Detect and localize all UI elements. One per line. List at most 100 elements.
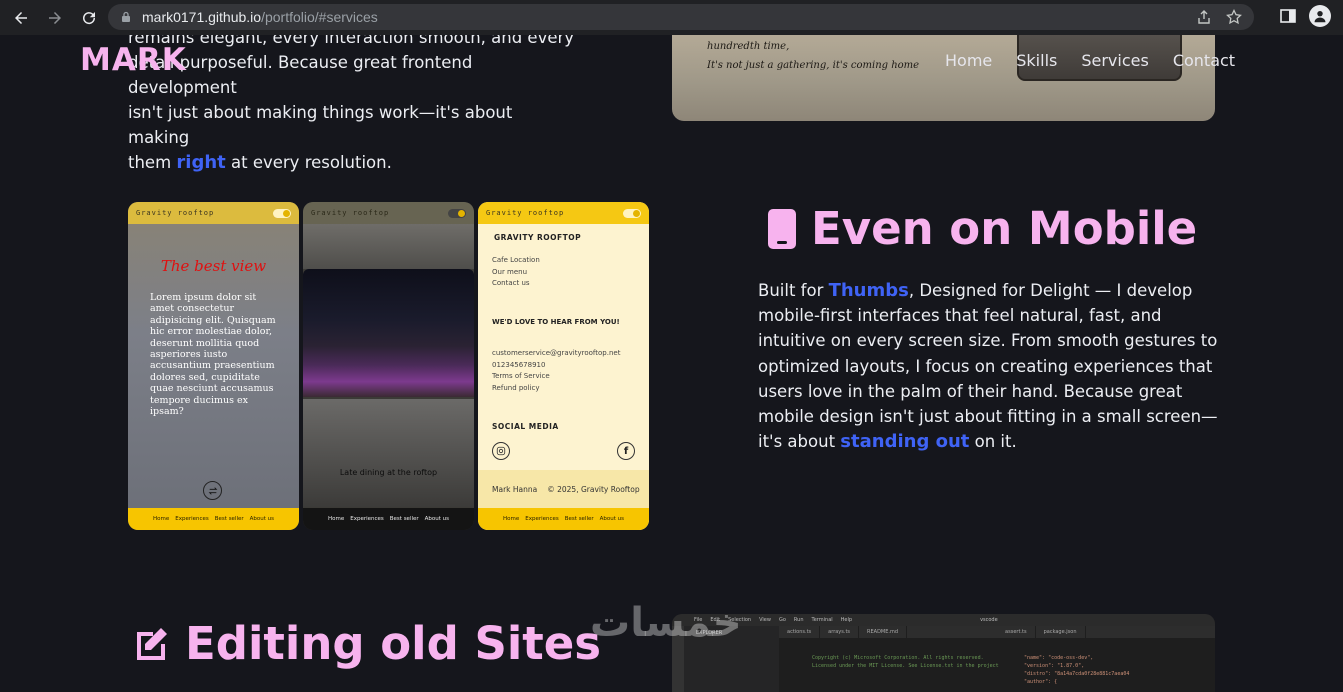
phone-app-name: Gravity rooftop [486,209,565,217]
vscode-tabs: actions.ts arrays.ts README.md assert.ts… [779,626,1215,638]
phone-mockup-home: Gravity rooftop The best view Lorem ipsu… [128,202,299,530]
vscode-menu-item: Terminal [811,617,833,623]
nav-skills[interactable]: Skills [1016,51,1057,70]
vscode-code-left: Copyright (c) Microsoft Corporation. All… [812,654,999,670]
vscode-menu-item: Help [840,617,853,623]
vscode-menu-item: View [759,617,771,623]
photo-caption-line: hundredth time, [707,41,790,52]
vscode-code-right: "name": "code-oss-dev", "version": "1.87… [1024,654,1129,686]
vscode-search: vscode [980,617,998,623]
lock-icon [122,11,130,22]
menu-link: Contact us [492,279,530,287]
code-line: "distro": "8a14a7cda0f28e881c7aea04 [1024,671,1130,677]
theme-toggle [623,208,641,218]
vscode-menubar: File Edit Selection View Go Run Terminal… [672,614,1215,626]
vscode-tab: README.md [859,626,908,638]
text-line: , Designed for Delight — I develop mobil… [758,281,1218,452]
code-line: "name": "code-oss-dev", [1024,655,1094,661]
phone-gallery-caption: Late dining at the roftop [339,468,438,477]
profile-avatar[interactable] [1309,5,1331,27]
phone-image-night-terrace [303,269,474,397]
copyright-text: © 2025, Gravity Rooftop [547,484,640,494]
mobile-section-heading: Even on Mobile [767,202,1197,255]
swap-icon [203,481,222,500]
forward-button[interactable] [42,5,68,31]
site-logo[interactable]: MARK [80,42,187,78]
theme-toggle [273,208,291,218]
code-line: Licensed under the MIT License. See Lice… [812,663,999,669]
page-content: remains elegant, every interaction smoot… [0,35,1343,692]
code-line: "author": { [1024,679,1058,685]
phone-mockup-gallery: Gravity rooftop Late dining at the rofto… [303,202,474,530]
refund-link: Refund policy [492,383,540,392]
code-line: Copyright (c) Microsoft Corporation. All… [812,655,984,661]
phone-image-sky [303,224,474,269]
vscode-tab: package.json [1036,626,1086,638]
vscode-preview-image: File Edit Selection View Go Run Terminal… [672,614,1215,692]
main-nav: Home Skills Services Contact [945,51,1235,70]
text-line: on it. [969,432,1017,452]
share-icon[interactable] [1196,9,1212,25]
phone-footer-link: Experiences [350,516,384,522]
address-bar[interactable]: mark0171.github.io/portfolio/#services [108,4,1254,30]
url-path: /portfolio/#services [261,9,378,25]
phone-footer-nav: Home Experiences Best seller About us [303,508,474,530]
phone-header: Gravity rooftop [478,202,649,224]
phone-footer-link: Best seller [214,516,244,522]
theme-toggle [448,208,466,218]
edit-icon [137,627,167,660]
arrow-left-icon [15,11,27,24]
photo-caption-line: It's not just a gathering, it's coming h… [707,60,920,71]
contact-heading: WE'D LOVE TO HEAR FROM YOU! [492,318,620,326]
side-panel-icon[interactable] [1279,7,1297,25]
desktop-description: remains elegant, every interaction smoot… [128,35,578,175]
phone-copyright: Mark Hanna © 2025, Gravity Rooftop [478,470,649,508]
url-host: mark0171.github.io [142,9,262,25]
phone-footer-nav: Home Experiences Best seller About us [478,508,649,530]
instagram-icon [492,442,510,460]
watermark: خمسات [590,600,742,646]
desktop-preview-image: hundredth time, It's not just a gatherin… [672,35,1215,121]
back-button[interactable] [8,5,34,31]
phone-hero-text: Lorem ipsum dolor sit amet consectetur a… [150,292,276,418]
nav-services[interactable]: Services [1081,51,1148,70]
highlight-right: right [176,152,226,173]
phone-footer-link: About us [424,516,450,522]
phone-footer-link: Best seller [389,516,419,522]
menu-heading: GRAVITY ROOFTOP [494,233,582,242]
phone-footer-nav: Home Experiences Best seller About us [128,508,299,530]
facebook-icon: f [617,442,635,460]
copyright-author: Mark Hanna [492,484,538,494]
reload-button[interactable] [76,5,102,31]
phone-mockup-menu: Gravity rooftop GRAVITY ROOFTOP Cafe Loc… [478,202,649,530]
highlight-standing-out: standing out [840,431,970,453]
menu-link: Our menu [492,267,528,276]
text-line: isn't just about making things work—it's… [128,103,513,147]
text-line: them [128,153,177,172]
nav-contact[interactable]: Contact [1173,51,1235,70]
vscode-tab: actions.ts [779,626,821,638]
phone-footer-link: Experiences [525,516,559,522]
social-heading: SOCIAL MEDIA [492,422,559,431]
mobile-phone-icon [768,208,796,249]
text-line: remains elegant, every interaction smoot… [128,35,575,47]
vscode-menu-item: Go [778,617,786,623]
browser-toolbar: mark0171.github.io/portfolio/#services [0,0,1343,35]
person-icon [1314,10,1326,23]
contact-info: customerservice@gravityrooftop.net 01234… [492,348,620,394]
star-icon[interactable] [1226,9,1242,25]
phone-footer-link: Home [327,516,345,522]
phone-footer-link: Home [502,516,520,522]
contact-email: customerservice@gravityrooftop.net [492,349,621,357]
phone-hero-title: The best view [160,257,267,275]
reload-icon [83,11,96,24]
code-line: "version": "1.87.0", [1024,663,1085,669]
phone-app-name: Gravity rooftop [136,209,215,217]
contact-phone: 012345678910 [492,360,546,369]
vscode-menu-item: Run [793,617,804,623]
editing-section-heading: Editing old Sites [131,617,601,670]
phone-footer-link: Best seller [564,516,594,522]
text-line: Built for [758,281,829,300]
section-title: Editing old Sites [185,617,602,670]
nav-home[interactable]: Home [945,51,992,70]
